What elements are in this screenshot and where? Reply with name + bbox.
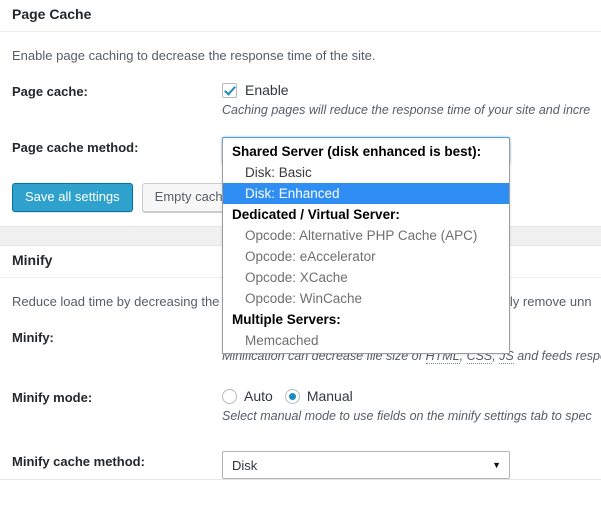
minify-mode-field: Auto Manual Select manual mode to use fi…: [222, 387, 589, 425]
minify-cache-method-field: Disk ▼: [222, 451, 589, 479]
minify-mode-row: Minify mode: Auto Manual Select manual m…: [12, 365, 589, 425]
dropdown-option[interactable]: Opcode: eAccelerator: [223, 246, 509, 267]
minify-mode-radio-manual[interactable]: [285, 389, 300, 404]
minify-enable-label: Minify:: [12, 327, 222, 347]
page-cache-method-label: Page cache method:: [12, 137, 222, 157]
minify-cache-method-selected-value: Disk: [232, 458, 492, 473]
page-cache-title: Page Cache: [0, 0, 601, 32]
dropdown-group-label: Shared Server (disk enhanced is best):: [223, 141, 509, 162]
minify-intro-right: lly remove unn: [507, 294, 592, 309]
dropdown-option[interactable]: Opcode: XCache: [223, 267, 509, 288]
save-all-settings-button[interactable]: Save all settings: [12, 183, 133, 212]
dropdown-option[interactable]: Disk: Basic: [223, 162, 509, 183]
minify-mode-radio-auto-label[interactable]: Auto: [244, 388, 273, 405]
minify-cache-method-row: Minify cache method: Disk ▼: [12, 425, 589, 479]
page-cache-enable-field: Enable Caching pages will reduce the res…: [222, 81, 589, 119]
page-cache-method-dropdown-list[interactable]: Shared Server (disk enhanced is best):Di…: [222, 140, 510, 354]
page-cache-enable-checkbox-label[interactable]: Enable: [245, 82, 289, 99]
dropdown-option[interactable]: Opcode: Alternative PHP Cache (APC): [223, 225, 509, 246]
minify-mode-description: Select manual mode to use fields on the …: [222, 408, 589, 425]
dropdown-option[interactable]: Opcode: WinCache: [223, 288, 509, 309]
minify-intro-left: Reduce load time by decreasing the s: [12, 294, 230, 309]
page-cache-enable-checkbox[interactable]: [222, 83, 237, 98]
minify-cache-method-select[interactable]: Disk ▼: [222, 451, 510, 479]
minify-mode-radio-auto[interactable]: [222, 389, 237, 404]
settings-page: Page Cache Enable page caching to decrea…: [0, 0, 601, 480]
chevron-down-icon: ▼: [492, 461, 501, 470]
minify-cache-method-label: Minify cache method:: [12, 451, 222, 471]
minify-mode-radio-manual-label[interactable]: Manual: [307, 388, 353, 405]
page-cache-enable-description: Caching pages will reduce the response t…: [222, 102, 589, 119]
page-cache-enable-label: Page cache:: [12, 81, 222, 101]
page-cache-enable-row: Page cache: Enable Caching pages will re…: [12, 65, 589, 119]
dropdown-option[interactable]: Memcached: [223, 330, 509, 351]
dropdown-group-label: Multiple Servers:: [223, 309, 509, 330]
dropdown-group-label: Dedicated / Virtual Server:: [223, 204, 509, 225]
dropdown-option[interactable]: Disk: Enhanced: [223, 183, 509, 204]
page-cache-intro: Enable page caching to decrease the resp…: [12, 32, 589, 65]
minify-desc-post: and feeds respe: [514, 349, 601, 363]
minify-mode-label: Minify mode:: [12, 387, 222, 407]
